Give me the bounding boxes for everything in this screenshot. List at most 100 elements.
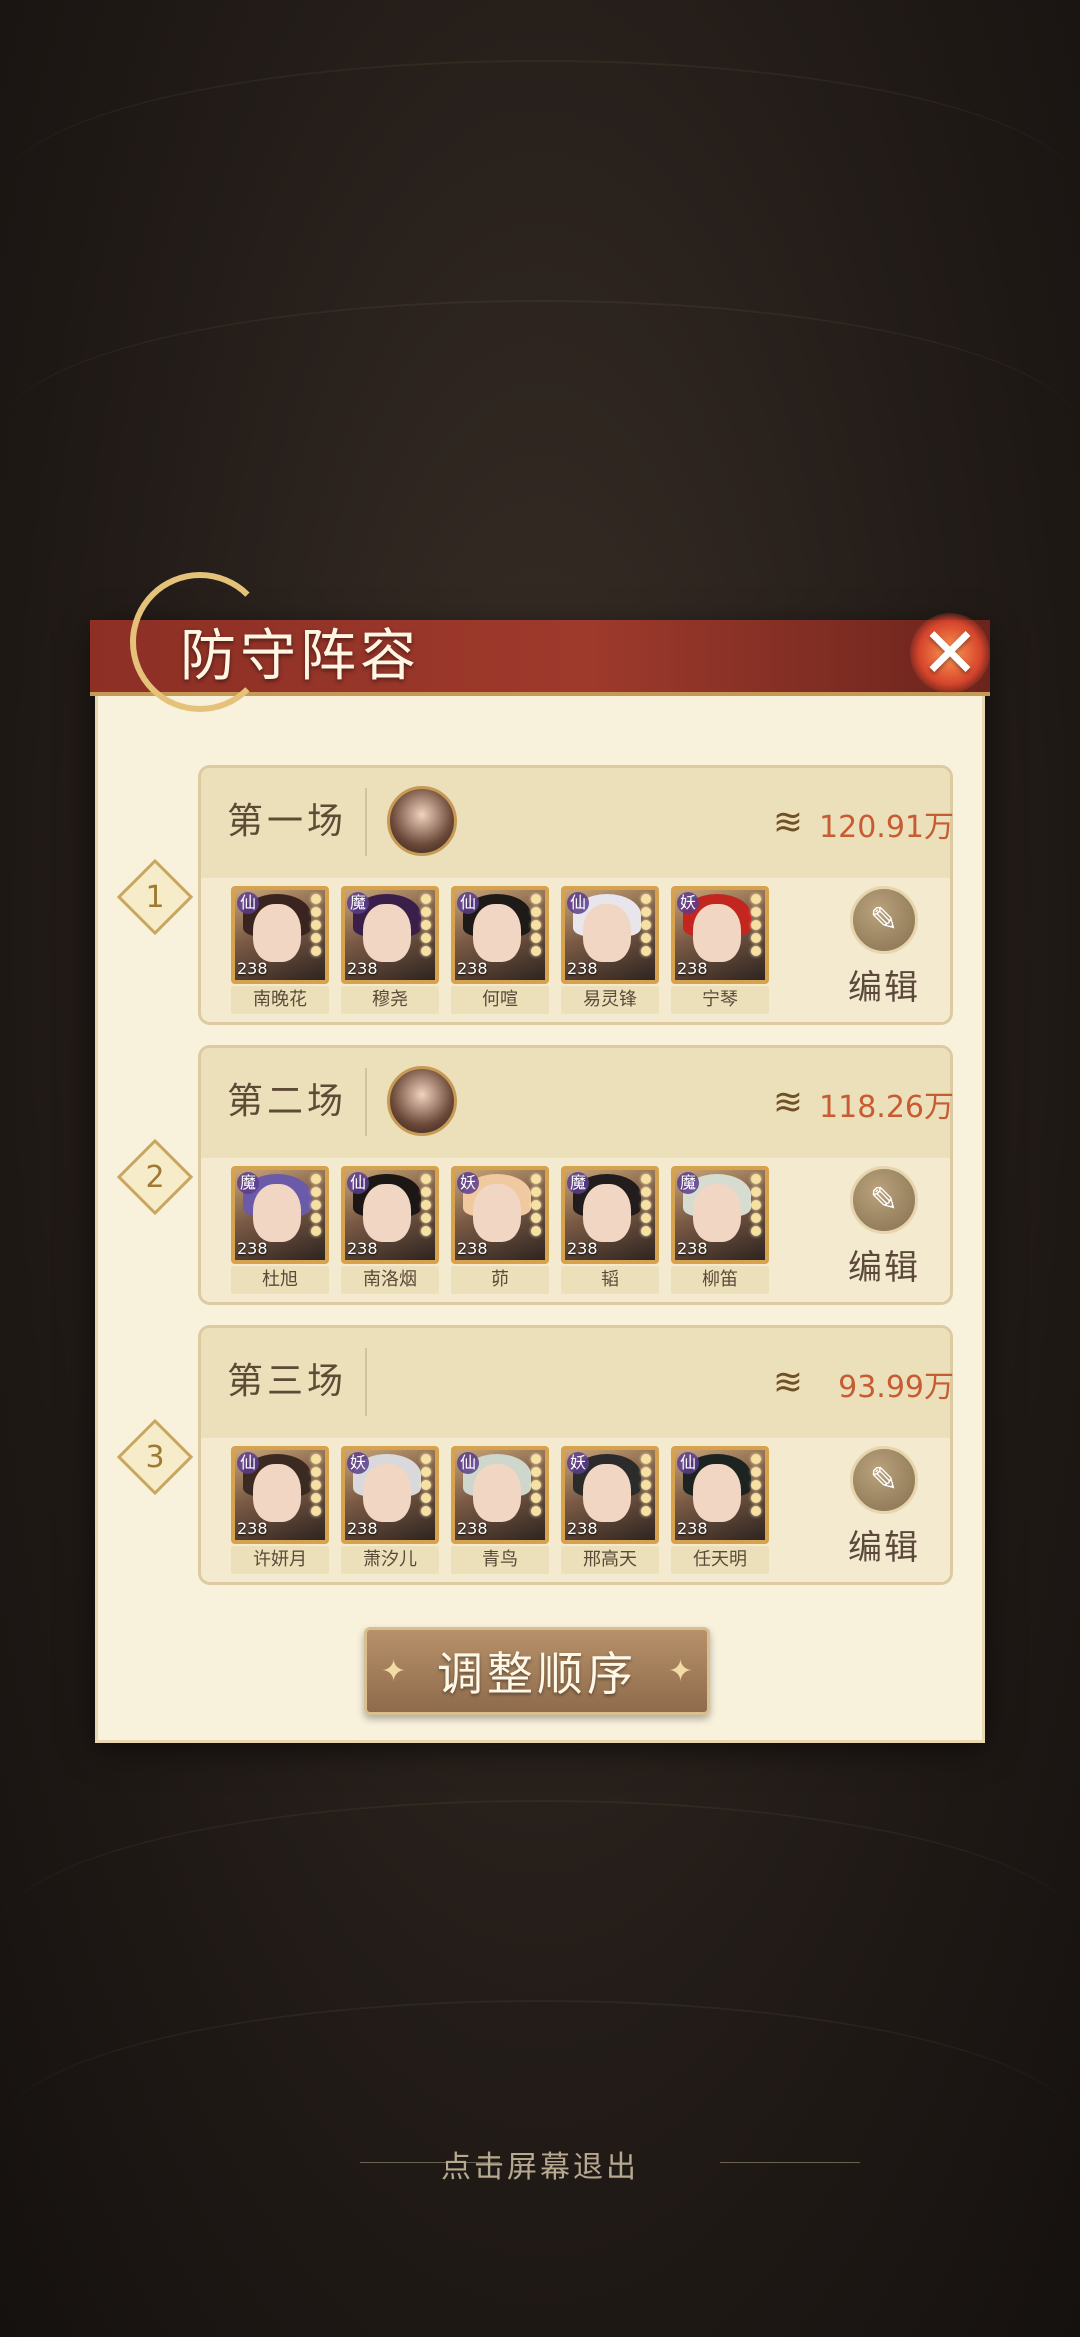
hero-portrait[interactable]: 妖 238 bbox=[341, 1446, 439, 1544]
hero-face bbox=[693, 1464, 741, 1522]
scroll-power-icon: ≋ bbox=[772, 1081, 804, 1123]
hero-name: 青鸟 bbox=[451, 1546, 549, 1574]
faction-badge: 仙 bbox=[347, 1172, 369, 1194]
hero-portrait[interactable]: 仙 238 bbox=[561, 886, 659, 984]
star-rating bbox=[531, 894, 543, 956]
hero-name: 杜旭 bbox=[231, 1266, 329, 1294]
hero-slot[interactable]: 仙 238 南晚花 bbox=[231, 886, 329, 1014]
hero-level: 238 bbox=[677, 959, 708, 978]
hero-portrait[interactable]: 仙 238 bbox=[451, 1446, 549, 1544]
close-button[interactable]: ✕ bbox=[905, 608, 995, 698]
faction-badge: 魔 bbox=[237, 1172, 259, 1194]
hero-name: 萧汐儿 bbox=[341, 1546, 439, 1574]
star-rating bbox=[421, 1454, 433, 1516]
star-rating bbox=[751, 1454, 763, 1516]
hero-portrait[interactable]: 妖 238 bbox=[451, 1166, 549, 1264]
hero-name: 南洛烟 bbox=[341, 1266, 439, 1294]
hero-slot[interactable]: 仙 238 任天明 bbox=[671, 1446, 769, 1574]
edit-button[interactable]: ✎ 编辑 bbox=[834, 1446, 934, 1569]
edit-button[interactable]: ✎ 编辑 bbox=[834, 886, 934, 1009]
hero-portrait[interactable]: 仙 238 bbox=[341, 1166, 439, 1264]
battle-header: 第二场 ≋ 118.26万 bbox=[201, 1048, 954, 1158]
exit-hint[interactable]: 点击屏幕退出 bbox=[0, 2142, 1080, 2186]
hero-portrait[interactable]: 魔 238 bbox=[561, 1166, 659, 1264]
battle-card: 第三场 ≋ 93.99万仙 238 许妍月妖 238 萧汐儿仙 238 青鸟妖 238 邢高天仙 23… bbox=[198, 1325, 954, 1585]
adjust-order-button[interactable]: ✦ 调整顺序 ✦ bbox=[364, 1627, 710, 1715]
opponent-avatar[interactable] bbox=[387, 786, 457, 856]
star-rating bbox=[641, 894, 653, 956]
edit-label: 编辑 bbox=[848, 1528, 920, 1568]
faction-badge: 仙 bbox=[237, 1452, 259, 1474]
hero-slot[interactable]: 魔 238 穆尧 bbox=[341, 886, 439, 1014]
hero-slot[interactable]: 魔 238 韬 bbox=[561, 1166, 659, 1294]
star-rating bbox=[531, 1174, 543, 1236]
hero-portrait[interactable]: 妖 238 bbox=[561, 1446, 659, 1544]
hero-slot[interactable]: 魔 238 柳笛 bbox=[671, 1166, 769, 1294]
hero-slot[interactable]: 魔 238 杜旭 bbox=[231, 1166, 329, 1294]
opponent-avatar[interactable] bbox=[387, 1066, 457, 1136]
rank-number: 3 bbox=[145, 1439, 165, 1475]
hero-face bbox=[253, 1464, 301, 1522]
hero-name: 韬 bbox=[561, 1266, 659, 1294]
hero-list: 魔 238 杜旭 仙 238 南洛烟 妖 238 茆 魔 238 韬 魔 238 柳笛 bbox=[231, 1166, 769, 1294]
faction-badge: 妖 bbox=[677, 892, 699, 914]
hero-level: 238 bbox=[567, 959, 598, 978]
rank-number: 1 bbox=[145, 879, 165, 915]
hero-slot[interactable]: 仙 238 易灵锋 bbox=[561, 886, 659, 1014]
hero-portrait[interactable]: 魔 238 bbox=[231, 1166, 329, 1264]
hero-face bbox=[473, 1464, 521, 1522]
hero-face bbox=[253, 1184, 301, 1242]
divider bbox=[365, 788, 367, 856]
scroll-power-icon: ≋ bbox=[772, 1361, 804, 1403]
hero-name: 何喧 bbox=[451, 986, 549, 1014]
hero-level: 238 bbox=[457, 959, 488, 978]
hero-portrait[interactable]: 仙 238 bbox=[451, 886, 549, 984]
hero-slot[interactable]: 仙 238 南洛烟 bbox=[341, 1166, 439, 1294]
hero-portrait[interactable]: 仙 238 bbox=[231, 1446, 329, 1544]
hero-slot[interactable]: 仙 238 何喧 bbox=[451, 886, 549, 1014]
hero-portrait[interactable]: 妖 238 bbox=[671, 886, 769, 984]
edit-button[interactable]: ✎ 编辑 bbox=[834, 1166, 934, 1289]
faction-badge: 妖 bbox=[567, 1452, 589, 1474]
battle-card: 第一场 ≋ 120.91万仙 238 南晚花 魔 238 穆尧 仙 238 何喧 仙 238 易灵锋 妖 23… bbox=[198, 765, 954, 1025]
battle-power: 120.91万 bbox=[819, 810, 954, 845]
hint-divider-right bbox=[720, 2162, 860, 2163]
hero-level: 238 bbox=[457, 1239, 488, 1258]
brush-icon: ✎ bbox=[850, 1446, 918, 1514]
hero-face bbox=[583, 1464, 631, 1522]
faction-badge: 仙 bbox=[457, 1452, 479, 1474]
hero-slot[interactable]: 仙 238 许妍月 bbox=[231, 1446, 329, 1574]
hero-slot[interactable]: 妖 238 萧汐儿 bbox=[341, 1446, 439, 1574]
hero-portrait[interactable]: 仙 238 bbox=[671, 1446, 769, 1544]
hero-list: 仙 238 南晚花 魔 238 穆尧 仙 238 何喧 仙 238 易灵锋 妖 238 宁琴 bbox=[231, 886, 769, 1014]
hero-slot[interactable]: 妖 238 茆 bbox=[451, 1166, 549, 1294]
hero-level: 238 bbox=[347, 1519, 378, 1538]
hero-slot[interactable]: 妖 238 邢高天 bbox=[561, 1446, 659, 1574]
hero-level: 238 bbox=[347, 959, 378, 978]
faction-badge: 妖 bbox=[457, 1172, 479, 1194]
star-rating bbox=[751, 894, 763, 956]
hero-name: 任天明 bbox=[671, 1546, 769, 1574]
edit-label: 编辑 bbox=[848, 968, 920, 1008]
battle-header: 第三场 ≋ 93.99万 bbox=[201, 1328, 954, 1438]
hero-portrait[interactable]: 魔 238 bbox=[341, 886, 439, 984]
hero-face bbox=[473, 904, 521, 962]
hero-slot[interactable]: 仙 238 青鸟 bbox=[451, 1446, 549, 1574]
hero-portrait[interactable]: 仙 238 bbox=[231, 886, 329, 984]
hero-face bbox=[583, 904, 631, 962]
hero-level: 238 bbox=[237, 1519, 268, 1538]
faction-badge: 仙 bbox=[677, 1452, 699, 1474]
faction-badge: 魔 bbox=[347, 892, 369, 914]
scroll-power-icon: ≋ bbox=[772, 801, 804, 843]
battle-name: 第一场 bbox=[227, 801, 348, 842]
close-icon: ✕ bbox=[920, 612, 980, 694]
background-wave bbox=[0, 300, 1080, 562]
diamond-ornament-icon: ✦ bbox=[381, 1654, 407, 1689]
hero-level: 238 bbox=[677, 1519, 708, 1538]
hero-portrait[interactable]: 魔 238 bbox=[671, 1166, 769, 1264]
hero-level: 238 bbox=[237, 1239, 268, 1258]
star-rating bbox=[751, 1174, 763, 1236]
hero-slot[interactable]: 妖 238 宁琴 bbox=[671, 886, 769, 1014]
background-wave bbox=[0, 60, 1080, 322]
brush-icon: ✎ bbox=[850, 1166, 918, 1234]
